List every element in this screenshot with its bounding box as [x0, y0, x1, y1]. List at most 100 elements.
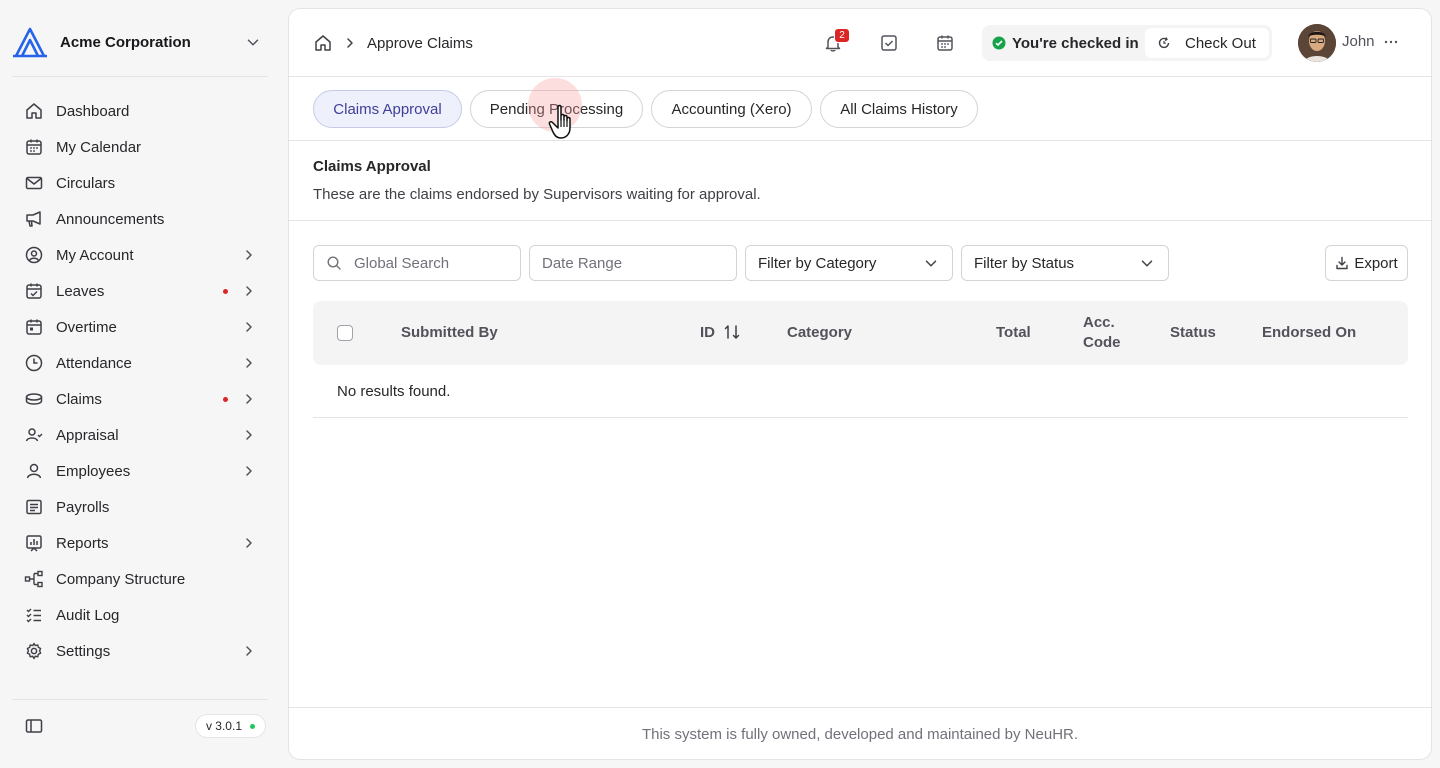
calendar-icon [26, 139, 42, 155]
section-title: Claims Approval [313, 158, 431, 175]
rotate-icon [1158, 37, 1170, 49]
sidebar-item-label: Announcements [56, 210, 165, 228]
chevron-down-icon [247, 39, 259, 46]
claims-table: Submitted By ID Category Total Acc. Code… [313, 301, 1408, 418]
category-filter-select[interactable]: Filter by Category [745, 245, 953, 281]
calendar-grid-icon [26, 319, 42, 335]
sidebar-item-leaves[interactable]: Leaves [12, 273, 268, 309]
column-endorsed-on[interactable]: Endorsed On [1262, 324, 1356, 341]
chevron-right-icon [246, 430, 252, 440]
check-out-button[interactable]: Check Out [1145, 28, 1269, 58]
status-filter-select[interactable]: Filter by Status [961, 245, 1169, 281]
tab-pending-processing[interactable]: Pending Processing [470, 90, 643, 128]
breadcrumb: Approve Claims [313, 31, 473, 55]
company-logo-icon [13, 27, 47, 58]
chevron-right-icon [246, 466, 252, 476]
column-total[interactable]: Total [996, 324, 1031, 341]
hierarchy-icon [24, 570, 43, 588]
tab-accounting-xero[interactable]: Accounting (Xero) [651, 90, 812, 128]
sidebar-item-settings[interactable]: Settings [12, 633, 268, 669]
tab-all-claims-history[interactable]: All Claims History [820, 90, 978, 128]
section-header: Claims Approval These are the claims end… [289, 141, 1431, 221]
column-category[interactable]: Category [787, 324, 852, 341]
column-status[interactable]: Status [1170, 324, 1216, 341]
checkin-text: You're checked in [1012, 34, 1139, 52]
chevron-right-icon [246, 394, 252, 404]
sidebar-item-label: Circulars [56, 174, 116, 192]
chevron-right-icon [246, 286, 252, 296]
export-button[interactable]: Export [1325, 245, 1408, 281]
sidebar-item-my-account[interactable]: My Account [12, 237, 268, 273]
sidebar-item-circulars[interactable]: Circulars [12, 165, 268, 201]
sidebar-item-label: Appraisal [56, 426, 119, 444]
sidebar-item-label: Company Structure [56, 570, 186, 588]
column-id-label: ID [700, 323, 715, 341]
chart-icon [26, 535, 42, 552]
sidebar-toggle-icon[interactable] [24, 716, 44, 736]
user-check-icon [25, 428, 43, 442]
date-range-field[interactable] [529, 245, 737, 281]
chevron-right-icon [347, 38, 353, 48]
sidebar-item-my-calendar[interactable]: My Calendar [12, 129, 268, 165]
sidebar: Acme Corporation Dashboard My Calendar C… [0, 0, 280, 768]
sidebar-item-label: Attendance [56, 354, 132, 372]
breadcrumb-current: Approve Claims [367, 34, 473, 52]
sidebar-item-reports[interactable]: Reports [12, 525, 268, 561]
export-label: Export [1354, 254, 1398, 272]
receipt-icon [26, 499, 42, 515]
sidebar-item-label: Reports [56, 534, 109, 552]
notification-badge: 2 [834, 28, 850, 43]
notification-dot [223, 396, 228, 402]
date-range-input[interactable] [542, 254, 736, 272]
sidebar-item-label: Dashboard [56, 102, 130, 120]
task-check-icon[interactable] [878, 32, 900, 54]
sidebar-item-label: My Account [56, 246, 134, 264]
calendar-check-icon [26, 283, 42, 299]
check-circle-icon [992, 36, 1006, 50]
sidebar-item-appraisal[interactable]: Appraisal [12, 417, 268, 453]
column-id[interactable]: ID [700, 323, 741, 341]
avatar[interactable] [1298, 24, 1336, 62]
org-switcher[interactable]: Acme Corporation [12, 22, 268, 62]
status-filter-label: Filter by Status [974, 254, 1075, 272]
sidebar-item-company-structure[interactable]: Company Structure [12, 561, 268, 597]
chevron-right-icon [246, 358, 252, 368]
sidebar-item-label: Audit Log [56, 606, 120, 624]
calendar-icon[interactable] [934, 32, 956, 54]
sidebar-item-attendance[interactable]: Attendance [12, 345, 268, 381]
version-badge: v 3.0.1 [194, 714, 266, 738]
column-submitted-by[interactable]: Submitted By [401, 324, 498, 341]
sidebar-item-employees[interactable]: Employees [12, 453, 268, 489]
empty-state: No results found. [313, 365, 1408, 418]
sidebar-divider [12, 76, 268, 77]
mail-icon [25, 176, 43, 190]
user-circle-icon [25, 246, 43, 264]
sidebar-item-claims[interactable]: Claims [12, 381, 268, 417]
sidebar-item-announcements[interactable]: Announcements [12, 201, 268, 237]
filter-bar: Filter by Category Filter by Status Expo… [313, 245, 1409, 281]
sidebar-item-overtime[interactable]: Overtime [12, 309, 268, 345]
sidebar-item-dashboard[interactable]: Dashboard [12, 93, 268, 129]
sidebar-item-payrolls[interactable]: Payrolls [12, 489, 268, 525]
select-all-checkbox[interactable] [337, 325, 353, 341]
notification-dot [223, 288, 228, 294]
table-header: Submitted By ID Category Total Acc. Code… [313, 301, 1408, 365]
sidebar-item-label: Employees [56, 462, 131, 480]
footer: This system is fully owned, developed an… [289, 707, 1431, 759]
chevron-down-icon [925, 260, 937, 267]
home-icon[interactable] [313, 33, 333, 53]
global-search-field[interactable] [313, 245, 521, 281]
more-horizontal-icon[interactable] [1382, 33, 1400, 51]
sidebar-item-audit-log[interactable]: Audit Log [12, 597, 268, 633]
column-acc-code-line2[interactable]: Code [1083, 334, 1121, 351]
sidebar-item-label: Settings [56, 642, 111, 660]
column-acc-code-line1[interactable]: Acc. [1083, 314, 1115, 331]
check-out-label: Check Out [1185, 34, 1256, 52]
status-dot [250, 723, 255, 729]
sidebar-item-label: Claims [56, 390, 102, 408]
global-search-input[interactable] [354, 254, 520, 272]
category-filter-label: Filter by Category [758, 254, 877, 272]
org-name: Acme Corporation [60, 33, 191, 51]
user-photo-icon [1298, 24, 1336, 62]
tab-claims-approval[interactable]: Claims Approval [313, 90, 462, 128]
